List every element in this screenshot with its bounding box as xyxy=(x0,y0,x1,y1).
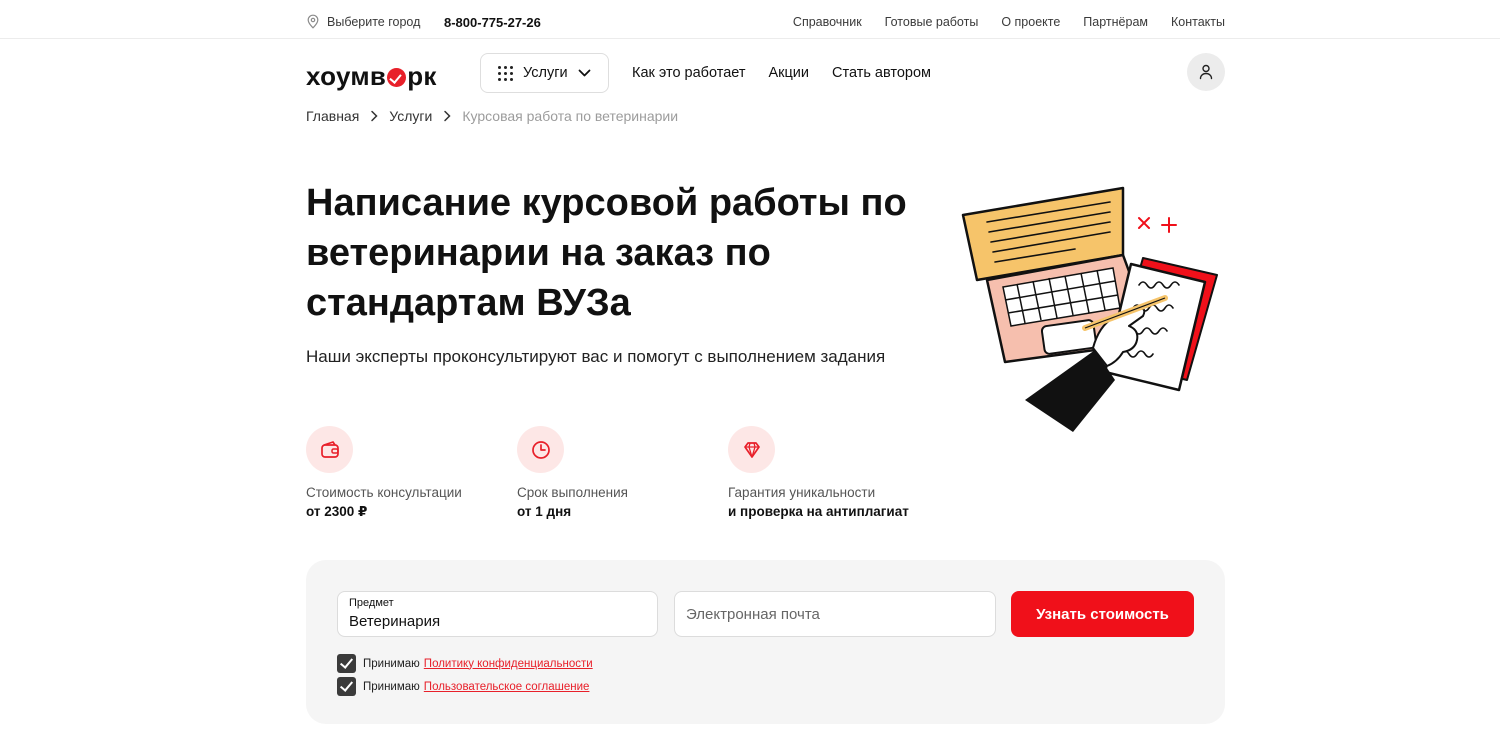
services-label: Услуги xyxy=(523,65,568,81)
privacy-consent: Принимаю Политику конфиденциальности xyxy=(337,654,593,673)
top-link-ready-works[interactable]: Готовые работы xyxy=(885,15,979,29)
city-label: Выберите город xyxy=(327,14,421,29)
breadcrumb-home[interactable]: Главная xyxy=(306,108,359,124)
city-selector[interactable]: Выберите город xyxy=(306,14,420,29)
breadcrumb-current: Курсовая работа по ветеринарии xyxy=(462,108,679,124)
user-agreement-link[interactable]: Пользовательское соглашение xyxy=(424,681,590,693)
page-title: Написание курсовой работы по ветеринарии… xyxy=(306,182,907,324)
subject-field-label: Предмет xyxy=(349,597,394,609)
location-pin-icon xyxy=(307,14,319,29)
main-nav: Как это работает Акции Стать автором xyxy=(632,65,931,81)
logo[interactable]: хоумв рк xyxy=(306,61,437,92)
top-link-reference[interactable]: Справочник xyxy=(793,15,862,29)
top-link-partners[interactable]: Партнёрам xyxy=(1083,15,1148,29)
chevron-right-icon xyxy=(443,110,451,122)
top-link-contacts[interactable]: Контакты xyxy=(1171,15,1225,29)
logo-check-icon xyxy=(387,68,407,87)
profile-button[interactable] xyxy=(1187,53,1225,91)
clock-icon xyxy=(517,426,564,473)
feature-deadline: Срок выполнения от 1 дня xyxy=(517,426,728,520)
phone-link[interactable]: 8-800-775-27-26 xyxy=(444,15,541,30)
top-links: Справочник Готовые работы О проекте Парт… xyxy=(793,15,1225,29)
diamond-icon xyxy=(728,426,775,473)
nav-promotions[interactable]: Акции xyxy=(768,65,809,81)
top-link-about[interactable]: О проекте xyxy=(1001,15,1060,29)
terms-checkbox[interactable] xyxy=(337,677,356,696)
chevron-down-icon xyxy=(578,69,590,77)
feature-list: Стоимость консультации от 2300 ₽ Срок вы… xyxy=(306,426,939,520)
terms-consent-prefix: Принимаю xyxy=(363,680,420,693)
logo-text-start: хоумв xyxy=(306,61,387,91)
nav-how-it-works[interactable]: Как это работает xyxy=(632,65,745,81)
page-subtitle: Наши эксперты проконсультируют вас и пом… xyxy=(306,347,886,366)
chevron-right-icon xyxy=(370,110,378,122)
top-bar: Выберите город 8-800-775-27-26 Справочни… xyxy=(0,0,1500,39)
logo-text-end: рк xyxy=(407,61,437,91)
terms-consent: Принимаю Пользовательское соглашение xyxy=(337,677,589,696)
feature-price-value: от 2300 ₽ xyxy=(306,504,368,519)
main-header: хоумв рк Услуги Как это работает Акции Ст… xyxy=(0,40,1500,106)
grid-dots-icon xyxy=(498,65,513,81)
email-field[interactable]: Электронная почта xyxy=(674,591,996,637)
feature-deadline-value: от 1 дня xyxy=(517,504,572,519)
feature-price-label: Стоимость консультации xyxy=(306,485,462,500)
nav-become-author[interactable]: Стать автором xyxy=(832,65,931,81)
user-icon xyxy=(1199,64,1213,80)
subject-field[interactable]: Предмет Ветеринария xyxy=(337,591,658,637)
breadcrumb-services[interactable]: Услуги xyxy=(389,108,432,124)
order-form: Предмет Ветеринария Электронная почта Уз… xyxy=(306,560,1225,724)
feature-deadline-label: Срок выполнения xyxy=(517,485,628,500)
privacy-policy-link[interactable]: Политику конфиденциальности xyxy=(424,658,593,670)
subject-field-value: Ветеринария xyxy=(349,613,441,630)
services-dropdown-button[interactable]: Услуги xyxy=(480,53,609,93)
feature-price: Стоимость консультации от 2300 ₽ xyxy=(306,426,517,520)
feature-uniqueness-label: Гарантия уникальности xyxy=(728,485,876,500)
get-price-button[interactable]: Узнать стоимость xyxy=(1011,591,1194,637)
privacy-checkbox[interactable] xyxy=(337,654,356,673)
breadcrumb: Главная Услуги Курсовая работа по ветери… xyxy=(306,108,678,124)
feature-uniqueness: Гарантия уникальности и проверка на анти… xyxy=(728,426,939,520)
email-field-placeholder: Электронная почта xyxy=(686,606,820,623)
wallet-icon xyxy=(306,426,353,473)
privacy-consent-prefix: Принимаю xyxy=(363,657,420,670)
laptop-illustration xyxy=(955,180,1225,445)
feature-uniqueness-value: и проверка на антиплагиат xyxy=(728,504,909,519)
